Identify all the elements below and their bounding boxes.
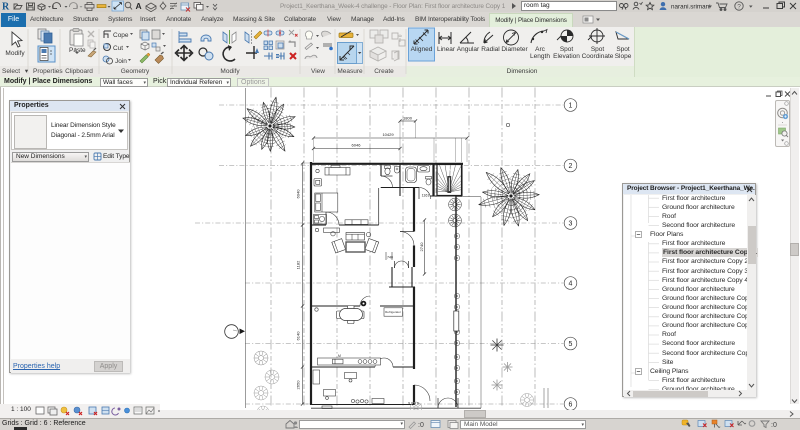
svg-text:1: 1 [569,102,573,109]
svg-text:Cope: Cope [113,32,129,39]
svg-text:?: ? [737,4,741,11]
svg-text:2650: 2650 [296,380,301,390]
svg-text:M: M [338,354,341,358]
svg-text:2: 2 [569,163,573,170]
svg-text:narani.srimani: narani.srimani [671,4,711,11]
svg-text:10429: 10429 [382,132,394,137]
svg-text::0: :0 [771,422,777,429]
svg-text:Refrigerator: Refrigerator [385,310,401,314]
svg-text:R: R [2,2,10,13]
svg-text:4: 4 [569,280,573,287]
svg-text:A: A [136,1,142,11]
svg-text:2740: 2740 [419,242,424,252]
svg-text:3: 3 [569,220,573,227]
svg-text:6140: 6140 [296,331,301,341]
svg-text:6: 6 [569,401,573,408]
svg-text:6046: 6046 [352,143,362,148]
svg-text:1182: 1182 [296,260,301,269]
svg-text:5: 5 [569,341,573,348]
svg-text:6040: 6040 [296,189,301,199]
svg-text::0: :0 [418,422,424,429]
svg-text:1800: 1800 [403,115,413,120]
svg-text:Cut: Cut [113,45,123,52]
svg-text:1161: 1161 [422,194,430,198]
svg-text:Join: Join [115,58,127,65]
